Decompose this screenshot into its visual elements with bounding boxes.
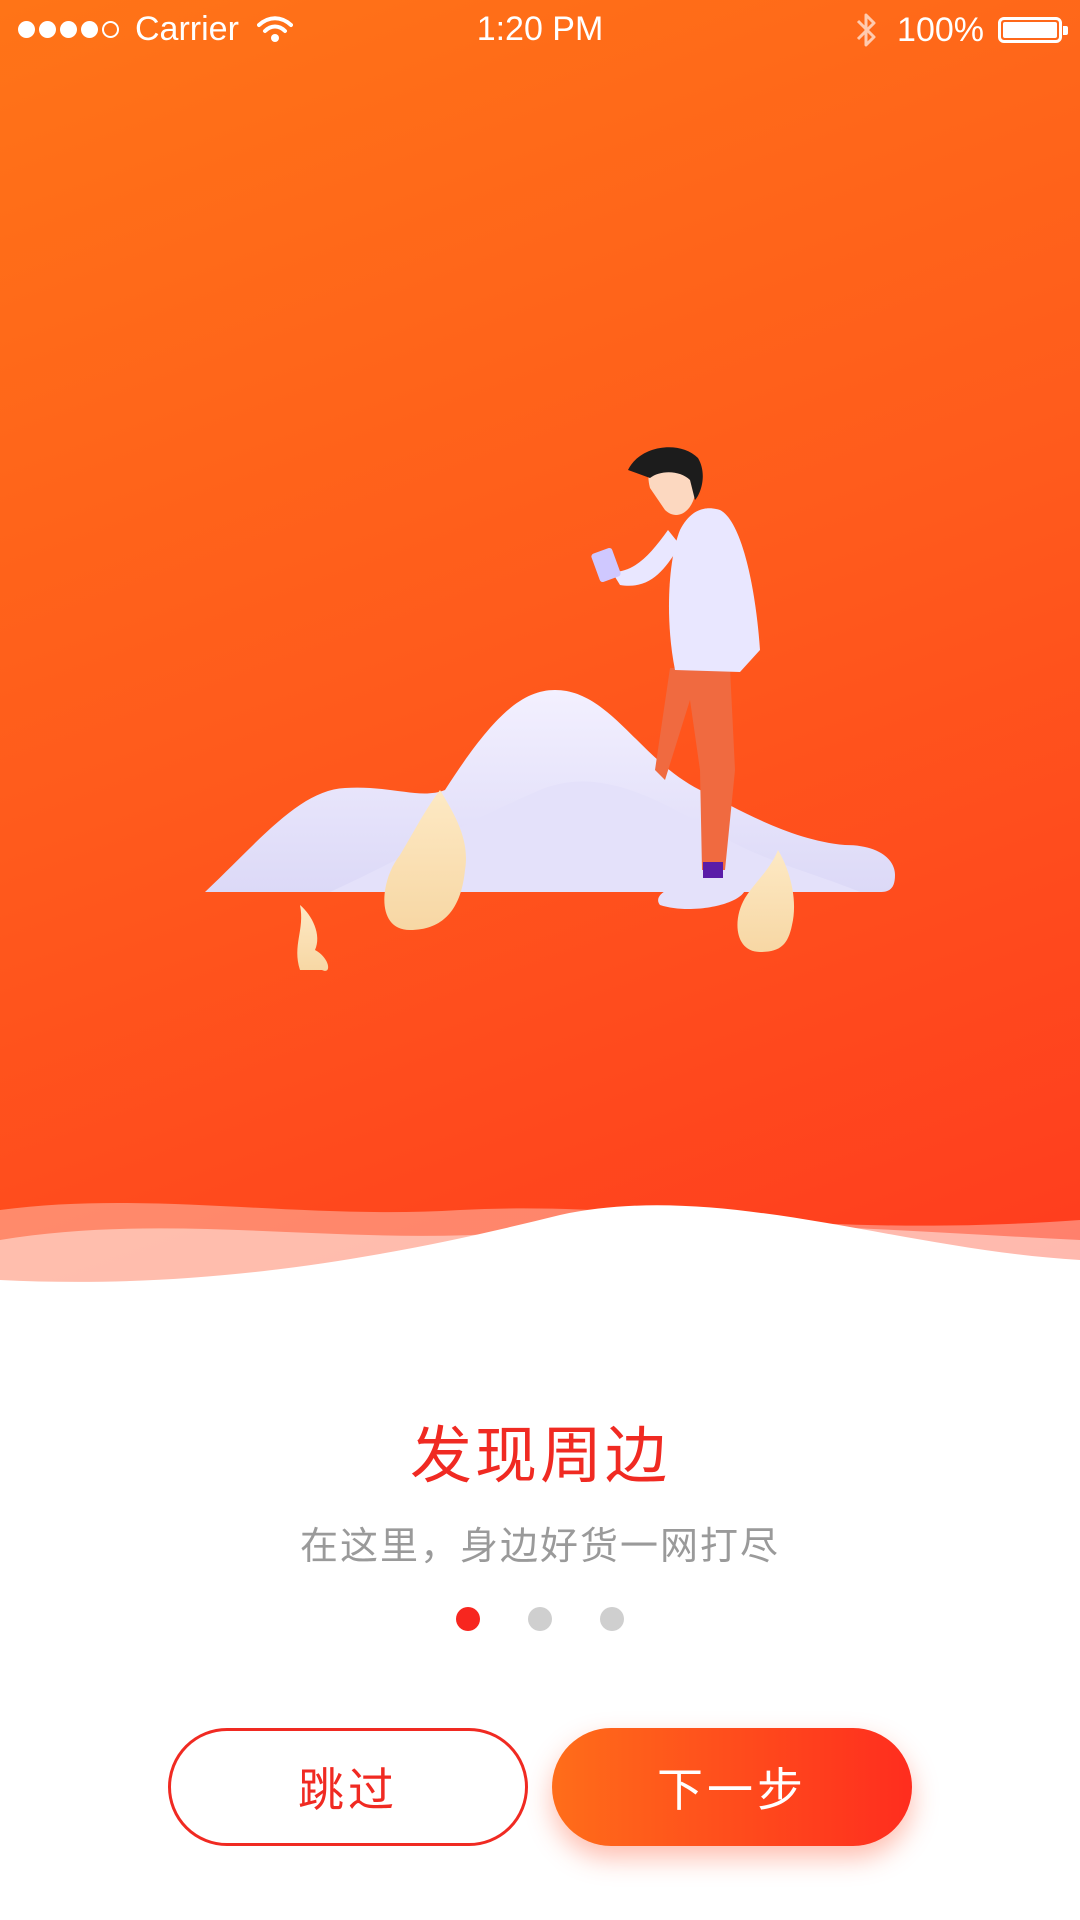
skip-button[interactable]: 跳过 (168, 1728, 528, 1846)
onboarding-title: 发现周边 (409, 1419, 670, 1492)
page-indicator (0, 1607, 1080, 1631)
battery-percentage: 100% (897, 10, 984, 49)
next-button[interactable]: 下一步 (552, 1728, 912, 1846)
status-bar: Carrier 1:20 PM 100% (0, 0, 1080, 64)
bluetooth-icon (856, 13, 876, 47)
page-dot-3[interactable] (600, 1607, 624, 1631)
page-dot-2[interactable] (528, 1607, 552, 1631)
onboarding-screen: Carrier 1:20 PM 100% 发现周边 在这里，身边好货一网打尽 跳… (0, 0, 1080, 1920)
wave-divider (0, 1202, 1080, 1320)
person-hills-illustration (205, 447, 895, 971)
onboarding-subtitle: 在这里，身边好货一网打尽 (299, 1524, 780, 1568)
bush-left-small (297, 905, 329, 971)
status-right: 100% (855, 10, 1068, 50)
battery-icon (998, 17, 1068, 43)
page-dot-1[interactable] (456, 1607, 480, 1631)
